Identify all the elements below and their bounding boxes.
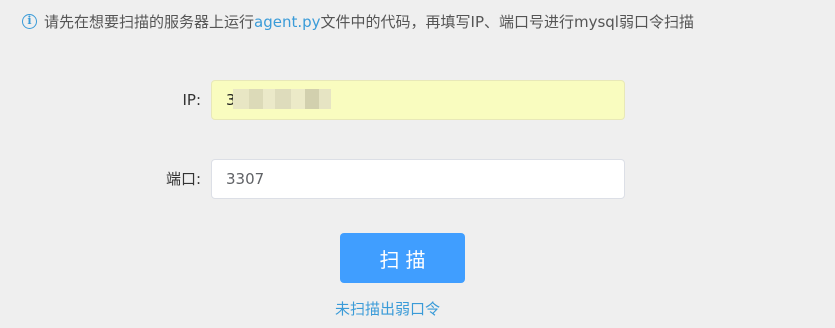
port-row: 端口: — [0, 159, 835, 199]
ip-row: IP: — [0, 80, 835, 120]
agent-file-link[interactable]: agent.py — [254, 13, 321, 31]
redacted-ip-mask — [233, 89, 348, 109]
port-label: 端口: — [165, 170, 201, 188]
scan-result: 未扫描出弱口令 — [0, 298, 805, 319]
notice-text-before: 请先在想要扫描的服务器上运行 — [44, 13, 255, 31]
scan-result-text: 未扫描出弱口令 — [334, 300, 440, 318]
port-input[interactable] — [211, 159, 625, 199]
notice-text-after: 文件中的代码，再填写IP、端口号进行mysql弱口令扫描 — [320, 13, 694, 31]
ip-label: IP: — [182, 91, 201, 109]
info-notice: i 请先在想要扫描的服务器上运行 agent.py 文件中的代码，再填写IP、端口号… — [22, 11, 694, 32]
info-icon: i — [22, 14, 37, 29]
scan-button[interactable]: 扫描 — [340, 233, 465, 283]
